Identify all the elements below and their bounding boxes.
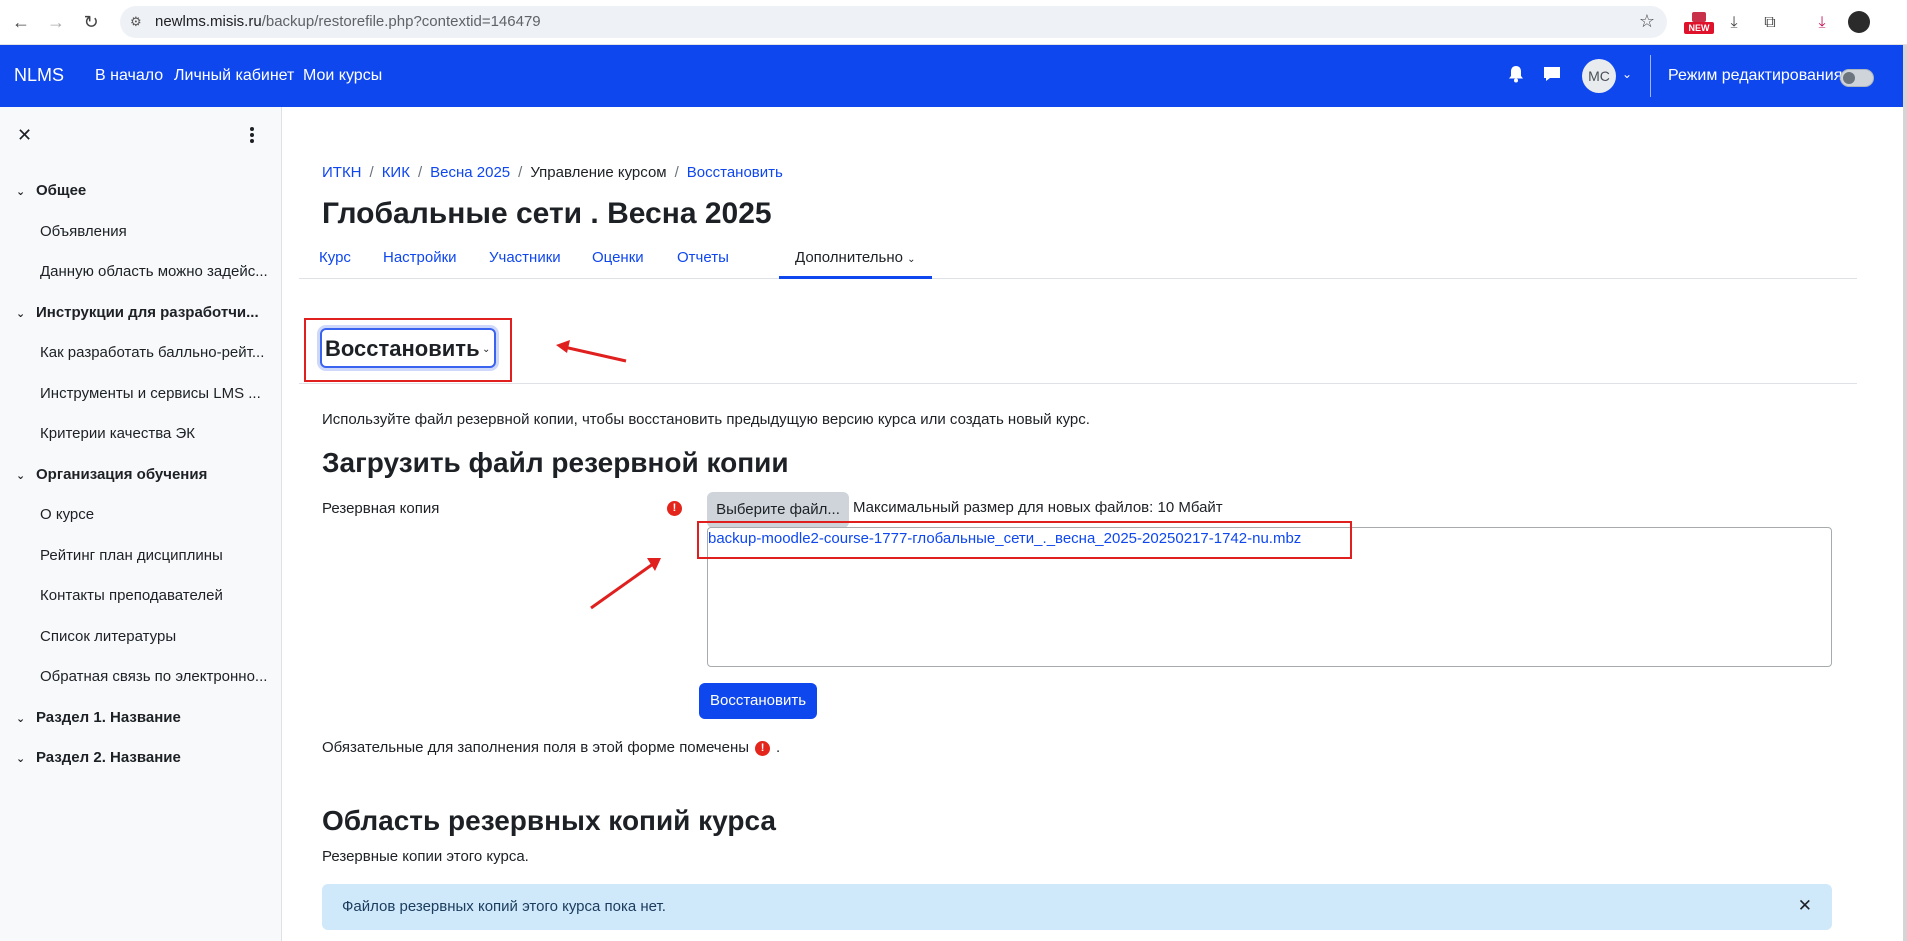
edit-mode-toggle[interactable] bbox=[1840, 69, 1874, 87]
sidebar-item[interactable]: Критерии качества ЭК bbox=[40, 425, 270, 442]
sidebar-section-2[interactable]: ⌄ Раздел 2. Название bbox=[16, 749, 181, 766]
sidebar-item[interactable]: Обратная связь по электронно... bbox=[40, 668, 270, 685]
course-tabs: Курс Настройки Участники Оценки Отчеты Д… bbox=[299, 237, 1857, 279]
sidebar-item[interactable]: Инструменты и сервисы LMS ... bbox=[40, 385, 270, 402]
bookmark-star-icon[interactable]: ☆ bbox=[1639, 11, 1655, 32]
backup-area-heading: Область резервных копий курса bbox=[322, 805, 776, 836]
user-avatar[interactable]: МС bbox=[1582, 59, 1616, 93]
back-icon[interactable]: ← bbox=[10, 11, 32, 33]
nav-my-courses[interactable]: Мои курсы bbox=[303, 67, 382, 85]
sidebar-item[interactable]: Как разработать балльно-рейт... bbox=[40, 344, 270, 361]
chevron-down-icon[interactable]: ⌄ bbox=[16, 712, 30, 725]
alert-message: Файлов резервных копий этого курса пока … bbox=[342, 898, 666, 915]
annotation-arrow bbox=[590, 558, 661, 610]
active-tab-indicator bbox=[779, 276, 932, 279]
chevron-down-icon[interactable]: ⌄ bbox=[16, 752, 30, 765]
required-icon: ! bbox=[667, 501, 682, 516]
course-index-drawer: ✕ ⌄ Общее Объявления Данную область можно… bbox=[0, 107, 282, 941]
annotation-highlight-box bbox=[304, 318, 512, 382]
edit-mode-label: Режим редактирования bbox=[1668, 67, 1843, 84]
nav-home[interactable]: В начало bbox=[95, 67, 163, 85]
profile-avatar[interactable] bbox=[1848, 11, 1870, 33]
info-alert: Файлов резервных копий этого курса пока … bbox=[322, 884, 1832, 930]
brand-logo[interactable]: NLMS bbox=[14, 65, 64, 86]
chevron-down-icon[interactable]: ⌄ bbox=[16, 307, 30, 320]
close-drawer-icon[interactable]: ✕ bbox=[17, 125, 32, 146]
forward-icon[interactable]: → bbox=[45, 11, 67, 33]
extensions-icon[interactable]: ⧉ bbox=[1760, 12, 1780, 34]
sidebar-item[interactable]: Список литературы bbox=[40, 628, 270, 645]
address-bar[interactable]: ⚙ newlms.misis.ru/backup/restorefile.php… bbox=[120, 6, 1667, 38]
tab-settings[interactable]: Настройки bbox=[383, 249, 457, 266]
required-note: Обязательные для заполнения поля в этой … bbox=[322, 739, 781, 756]
close-icon[interactable]: ✕ bbox=[1798, 896, 1812, 916]
chevron-down-icon[interactable]: ⌄ bbox=[1622, 67, 1632, 81]
sidebar-section-instructions[interactable]: ⌄ Инструкции для разработчи... bbox=[16, 304, 259, 321]
annotation-arrow bbox=[556, 340, 627, 363]
tab-reports[interactable]: Отчеты bbox=[677, 249, 729, 266]
upload-heading: Загрузить файл резервной копии bbox=[322, 447, 789, 478]
tab-participants[interactable]: Участники bbox=[489, 249, 561, 266]
site-info-icon[interactable]: ⚙ bbox=[130, 14, 146, 30]
page-title: Глобальные сети . Весна 2025 bbox=[322, 197, 772, 230]
chevron-down-icon[interactable]: ⌄ bbox=[16, 185, 30, 198]
download-icon[interactable]: ⤓ bbox=[1724, 12, 1744, 34]
breadcrumb-link[interactable]: ИТКН bbox=[322, 164, 362, 181]
main-content: ИТКН / КИК / Весна 2025/Управление курсом / Во… bbox=[282, 107, 1903, 941]
backup-area-subtext: Резервные копии этого курса. bbox=[322, 848, 529, 865]
more-options-icon[interactable] bbox=[250, 127, 254, 143]
top-navbar: NLMS В начало Личный кабинет Мои курсы М… bbox=[0, 45, 1903, 107]
sidebar-item[interactable]: Рейтинг план дисциплины bbox=[40, 547, 270, 564]
page-scrollbar[interactable] bbox=[1903, 45, 1907, 941]
breadcrumb: ИТКН / КИК / Весна 2025/Управление курсом / Во… bbox=[322, 164, 783, 181]
chevron-down-icon: ⌄ bbox=[907, 254, 916, 265]
navbar-divider bbox=[1650, 55, 1651, 97]
restore-button[interactable]: Восстановить bbox=[699, 683, 817, 719]
browser-toolbar: ← → ↻ ⚙ newlms.misis.ru/backup/restorefi… bbox=[0, 0, 1907, 45]
gift-new-icon[interactable]: NEW bbox=[1684, 12, 1714, 34]
chevron-down-icon[interactable]: ⌄ bbox=[16, 469, 30, 482]
restore-description: Используйте файл резервной копии, чтобы … bbox=[322, 411, 1090, 428]
max-size-text: Максимальный размер для новых файлов: 10… bbox=[853, 499, 1223, 516]
breadcrumb-link[interactable]: Весна 2025 bbox=[430, 164, 510, 181]
tab-course[interactable]: Курс bbox=[319, 249, 351, 266]
breadcrumb-link[interactable]: КИК bbox=[382, 164, 410, 181]
breadcrumb-link[interactable]: Восстановить bbox=[687, 164, 783, 181]
sidebar-item[interactable]: Объявления bbox=[40, 223, 270, 240]
backup-field-label: Резервная копия bbox=[322, 500, 440, 517]
tab-grades[interactable]: Оценки bbox=[592, 249, 644, 266]
sidebar-item[interactable]: Контакты преподавателей bbox=[40, 587, 270, 604]
required-icon: ! bbox=[755, 740, 771, 756]
notifications-bell-icon[interactable] bbox=[1508, 65, 1524, 83]
download-manager-icon[interactable]: ⤓ bbox=[1812, 12, 1832, 34]
sidebar-section-general[interactable]: ⌄ Общее bbox=[16, 182, 86, 199]
sidebar-section-organization[interactable]: ⌄ Организация обучения bbox=[16, 466, 207, 483]
sidebar-item[interactable]: Данную область можно задейс... bbox=[40, 263, 270, 280]
url-text: newlms.misis.ru/backup/restorefile.php?c… bbox=[155, 13, 541, 30]
sidebar-item[interactable]: О курсе bbox=[40, 506, 270, 523]
annotation-highlight-box bbox=[697, 521, 1352, 559]
reload-icon[interactable]: ↻ bbox=[80, 11, 102, 33]
messages-icon[interactable] bbox=[1543, 66, 1561, 82]
divider bbox=[299, 383, 1857, 384]
breadcrumb-text: Управление курсом bbox=[530, 164, 667, 181]
sidebar-section-1[interactable]: ⌄ Раздел 1. Название bbox=[16, 709, 181, 726]
tab-more[interactable]: Дополнительно ⌄ bbox=[795, 249, 916, 266]
nav-dashboard[interactable]: Личный кабинет bbox=[174, 67, 294, 85]
